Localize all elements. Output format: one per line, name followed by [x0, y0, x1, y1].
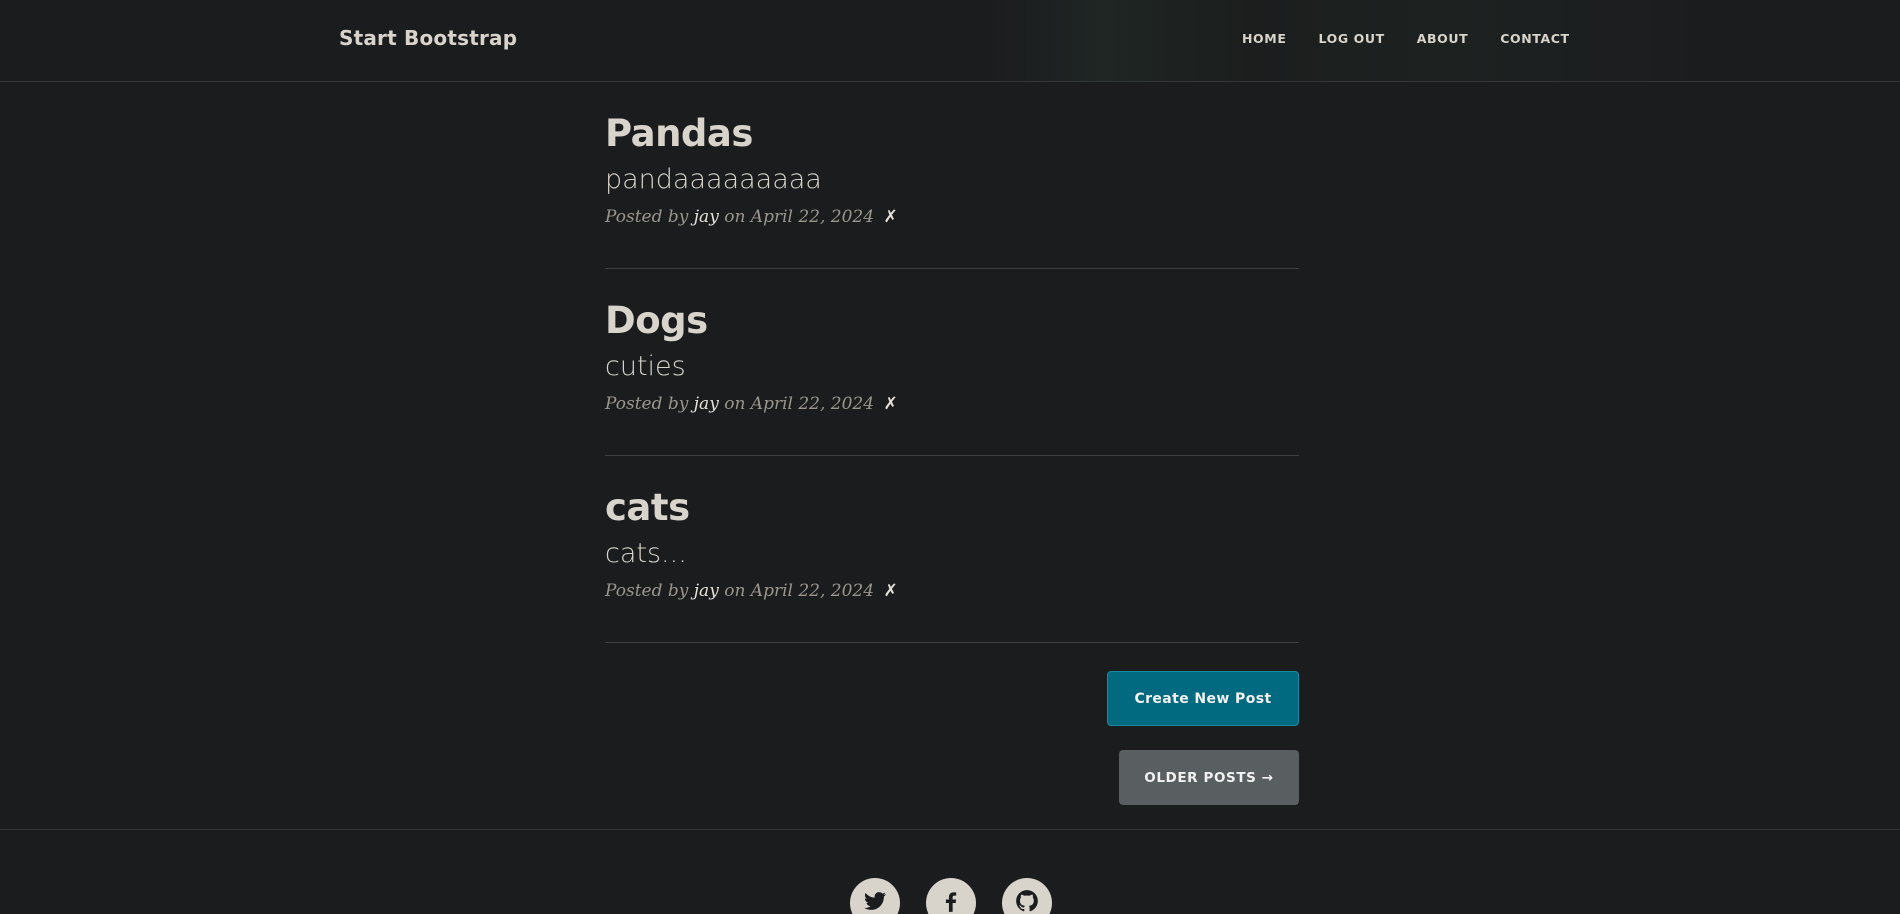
- delete-post-button[interactable]: ✗: [883, 581, 897, 601]
- create-new-post-button[interactable]: Create New Post: [1107, 671, 1299, 726]
- post-preview: cats cats... Posted by jay on April 22, …: [605, 456, 1299, 643]
- post-date: on April 22, 2024: [724, 581, 875, 601]
- post-title[interactable]: Dogs: [605, 302, 1299, 339]
- posted-by-label: Posted by: [605, 207, 689, 227]
- posted-by-label: Posted by: [605, 581, 689, 601]
- facebook-icon[interactable]: [926, 878, 976, 914]
- author-link[interactable]: jay: [694, 394, 719, 414]
- post-preview: Pandas pandaaaaaaaaa Posted by jay on Ap…: [605, 82, 1299, 269]
- post-subtitle[interactable]: cats...: [605, 540, 1299, 567]
- author-link[interactable]: jay: [694, 581, 719, 601]
- post-subtitle[interactable]: cuties: [605, 353, 1299, 380]
- delete-post-button[interactable]: ✗: [883, 207, 897, 227]
- twitter-icon[interactable]: [850, 878, 900, 914]
- nav-links: HOME LOG OUT ABOUT CONTACT: [1242, 31, 1602, 46]
- nav-home[interactable]: HOME: [1242, 31, 1286, 46]
- post-title[interactable]: cats: [605, 489, 1299, 526]
- github-icon[interactable]: [1002, 878, 1052, 914]
- delete-post-button[interactable]: ✗: [883, 394, 897, 414]
- nav-log-out[interactable]: LOG OUT: [1318, 31, 1384, 46]
- older-posts-button[interactable]: OLDER POSTS →: [1119, 750, 1299, 805]
- posted-by-label: Posted by: [605, 394, 689, 414]
- navbar: Start Bootstrap HOME LOG OUT ABOUT CONTA…: [0, 0, 1900, 82]
- brand-link[interactable]: Start Bootstrap: [339, 26, 517, 50]
- post-meta: Posted by jay on April 22, 2024 ✗: [605, 394, 1299, 414]
- post-preview: Dogs cuties Posted by jay on April 22, 2…: [605, 269, 1299, 456]
- author-link[interactable]: jay: [694, 207, 719, 227]
- post-date: on April 22, 2024: [724, 207, 875, 227]
- post-subtitle[interactable]: pandaaaaaaaaa: [605, 166, 1299, 193]
- nav-about[interactable]: ABOUT: [1417, 31, 1469, 46]
- post-list: Pandas pandaaaaaaaaa Posted by jay on Ap…: [605, 82, 1299, 643]
- nav-contact[interactable]: CONTACT: [1500, 31, 1569, 46]
- post-meta: Posted by jay on April 22, 2024 ✗: [605, 207, 1299, 227]
- footer: [0, 829, 1900, 914]
- post-title[interactable]: Pandas: [605, 115, 1299, 152]
- post-meta: Posted by jay on April 22, 2024 ✗: [605, 581, 1299, 601]
- post-date: on April 22, 2024: [724, 394, 875, 414]
